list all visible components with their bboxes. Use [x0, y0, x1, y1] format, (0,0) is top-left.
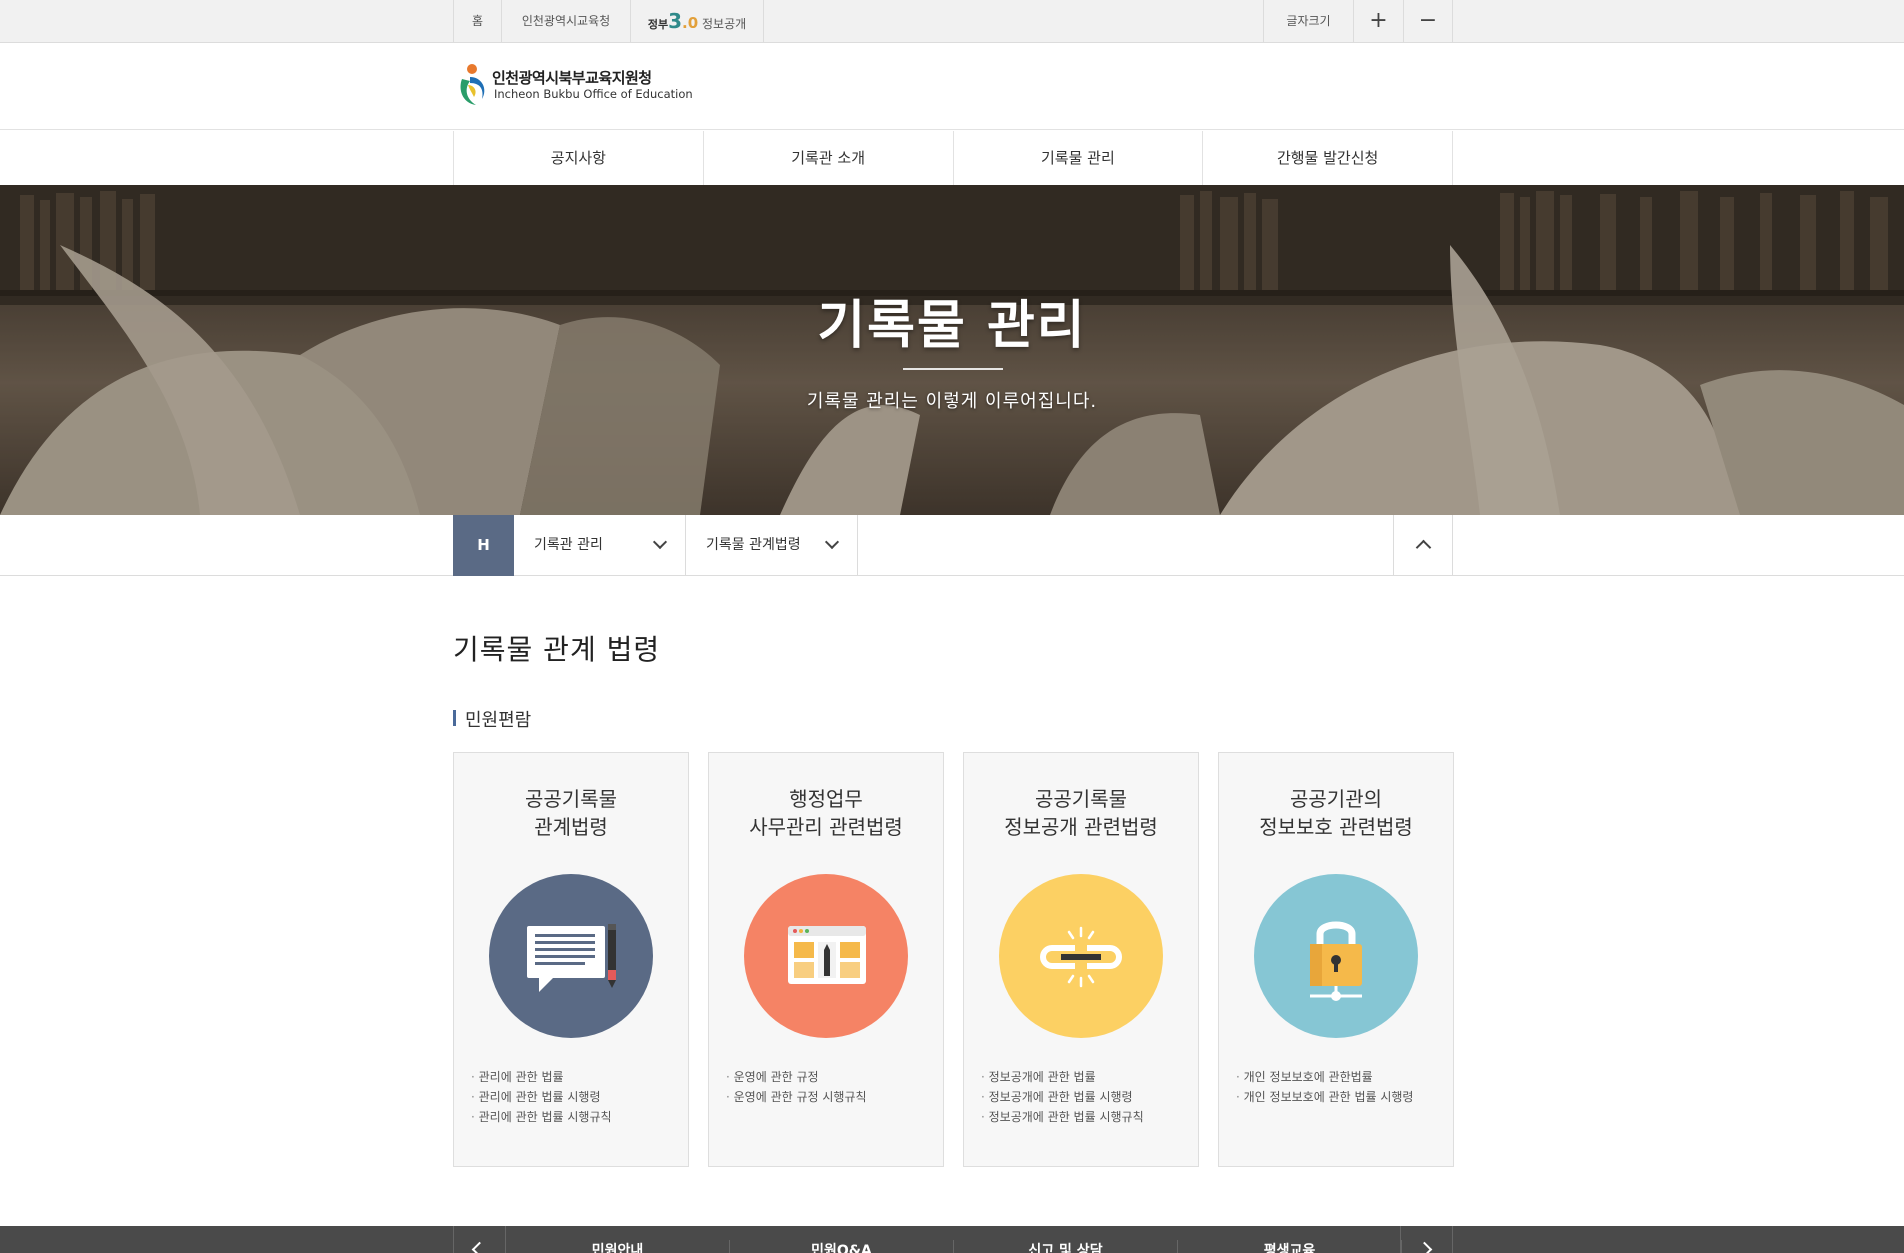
home-link[interactable]: 홈: [453, 0, 501, 42]
logo-english-name: Incheon Bukbu Office of Education: [494, 87, 693, 101]
location-dropdown-level2[interactable]: 기록물 관계법령: [686, 515, 858, 576]
list-item[interactable]: 개인 정보보호에 관한 법률 시행령: [1236, 1087, 1414, 1107]
chevron-right-icon: [1416, 1241, 1433, 1253]
list-item[interactable]: 관리에 관한 법률 시행령: [471, 1087, 612, 1107]
list-item[interactable]: 관리에 관한 법률 시행규칙: [471, 1107, 612, 1127]
card-title: 공공기록물 정보공개 관련법령: [1004, 787, 1158, 839]
law-card-public-records[interactable]: 공공기록물 관계법령 관리에 관한 법률 관리에 관한 법률 시행령 관리에 관…: [453, 752, 689, 1167]
law-card-administrative[interactable]: 행정업무 사무관리 관련법령 운영에 관한 규정 운영에 관한 규정 시행규칙: [708, 752, 944, 1167]
hero-title: 기록물 관리: [817, 296, 1087, 356]
card-law-list: 정보공개에 관한 법률 정보공개에 관한 법률 시행령 정보공개에 관한 법률 …: [981, 1067, 1144, 1127]
card-law-list: 관리에 관한 법률 관리에 관한 법률 시행령 관리에 관한 법률 시행규칙: [471, 1067, 612, 1127]
location-level2-label: 기록물 관계법령: [706, 537, 801, 553]
list-item[interactable]: 정보공개에 관한 법률 시행규칙: [981, 1107, 1144, 1127]
font-increase-button[interactable]: +: [1353, 0, 1403, 42]
top-utility-bar: 홈 인천광역시교육청 정부3.0 정보공개 글자크기 + −: [0, 0, 1904, 43]
list-item[interactable]: 정보공개에 관한 법률 시행령: [981, 1087, 1144, 1107]
gov30-label: 정보공개: [701, 17, 747, 31]
card-title: 행정업무 사무관리 관련법령: [749, 787, 903, 839]
section-title: 민원편람: [453, 706, 531, 732]
office-link[interactable]: 인천광역시교육청: [501, 0, 630, 42]
chevron-up-icon: [1415, 539, 1432, 556]
law-card-info-disclosure[interactable]: 공공기록물 정보공개 관련법령 정보공개에 관한 법률 정보공개에 관한 법률 …: [963, 752, 1199, 1167]
padlock-icon: [1310, 921, 1362, 1001]
main-navigation: 공지사항 기록관 소개 기록물 관리 간행물 발간신청: [0, 131, 1904, 185]
gnb-archive-intro[interactable]: 기록관 소개: [704, 131, 954, 185]
broken-link-icon: [1040, 926, 1122, 988]
footer-prev-button[interactable]: [453, 1226, 506, 1253]
font-decrease-button[interactable]: −: [1403, 0, 1453, 42]
gov30-link[interactable]: 정부3.0 정보공개: [630, 0, 764, 42]
footer-quick-bar: 민원안내 민원Q&A 신고 및 상담 평생교육: [0, 1226, 1904, 1253]
list-item[interactable]: 관리에 관한 법률: [471, 1067, 612, 1087]
footer-link-civil-qna[interactable]: 민원Q&A: [730, 1240, 954, 1253]
card-icon-circle: [1254, 874, 1418, 1038]
card-title: 공공기관의 정보보호 관련법령: [1259, 787, 1413, 839]
list-item[interactable]: 개인 정보보호에 관한법률: [1236, 1067, 1413, 1087]
page-title: 기록물 관계 법령: [453, 633, 661, 666]
footer-link-report-consult[interactable]: 신고 및 상담: [954, 1240, 1178, 1253]
site-header: 인천광역시북부교육지원청 Incheon Bukbu Office of Edu…: [0, 43, 1904, 130]
card-law-list: 개인 정보보호에 관한법률 개인 정보보호에 관한 법률 시행령: [1236, 1067, 1414, 1107]
hero-divider: [903, 368, 1003, 370]
site-logo[interactable]: 인천광역시북부교육지원청 Incheon Bukbu Office of Edu…: [456, 63, 696, 113]
gnb-publication-request[interactable]: 간행물 발간신청: [1203, 131, 1453, 185]
web-layout-icon: [788, 926, 866, 984]
emblem-icon: [460, 64, 485, 105]
logo-korean-name: 인천광역시북부교육지원청: [492, 69, 652, 87]
card-icon-circle: [999, 874, 1163, 1038]
footer-link-lifelong-education[interactable]: 평생교육: [1178, 1240, 1402, 1253]
footer-link-civil-guide[interactable]: 민원안내: [506, 1240, 730, 1253]
card-title: 공공기록물 관계법령: [525, 787, 617, 839]
gnb-records-management[interactable]: 기록물 관리: [954, 131, 1204, 185]
list-item[interactable]: 운영에 관한 규정: [726, 1067, 867, 1087]
document-pen-icon: [527, 924, 616, 992]
chevron-left-icon: [471, 1241, 488, 1253]
chevron-down-icon: [824, 534, 840, 550]
gnb-notice[interactable]: 공지사항: [454, 131, 704, 185]
gov30-logo: 정부3.0: [647, 9, 699, 33]
location-dropdown-level1[interactable]: 기록관 관리: [514, 515, 686, 576]
law-card-info-protection[interactable]: 공공기관의 정보보호 관련법령 개인 정보보호에 관한법률 개인 정보보호에 관…: [1218, 752, 1454, 1167]
font-size-label: 글자크기: [1263, 0, 1353, 42]
location-home-button[interactable]: H: [453, 515, 514, 576]
list-item[interactable]: 운영에 관한 규정 시행규칙: [726, 1087, 867, 1107]
footer-next-button[interactable]: [1400, 1226, 1453, 1253]
hero-banner: 기록물 관리 기록물 관리는 이렇게 이루어집니다.: [0, 185, 1904, 515]
hero-subtitle: 기록물 관리는 이렇게 이루어집니다.: [806, 391, 1098, 412]
card-icon-circle: [489, 874, 653, 1038]
chevron-down-icon: [652, 534, 668, 550]
card-law-list: 운영에 관한 규정 운영에 관한 규정 시행규칙: [726, 1067, 867, 1107]
list-item[interactable]: 정보공개에 관한 법률: [981, 1067, 1144, 1087]
location-level1-label: 기록관 관리: [534, 537, 603, 553]
scroll-top-button[interactable]: [1393, 515, 1453, 576]
card-icon-circle: [744, 874, 908, 1038]
location-bar: H 기록관 관리 기록물 관계법령: [0, 515, 1904, 576]
